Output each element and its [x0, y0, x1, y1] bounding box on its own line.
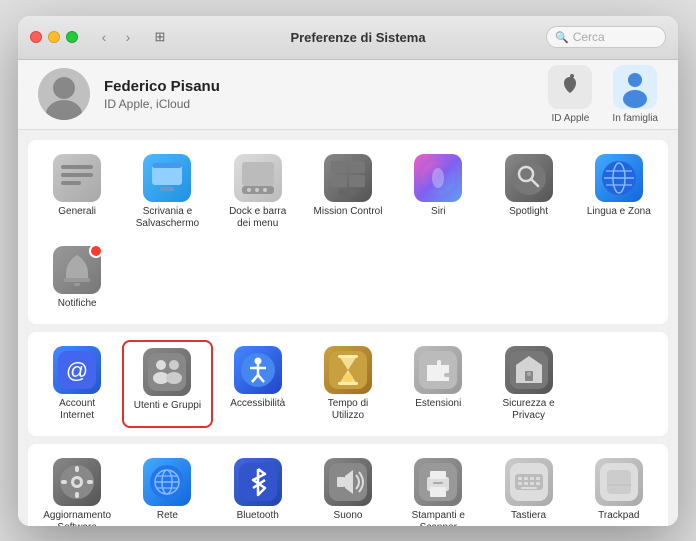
bluetooth-label: Bluetooth [237, 510, 279, 522]
app-icon-sicurezza[interactable]: Sicurezza e Privacy [483, 340, 573, 428]
suono-label: Suono [334, 510, 363, 522]
icon-grid-2: @ Account Internet [32, 340, 664, 428]
maximize-button[interactable] [66, 31, 78, 43]
estensioni-label: Estensioni [415, 398, 461, 410]
search-icon: 🔍 [555, 31, 569, 44]
notification-badge [89, 244, 103, 258]
user-row: Federico Pisanu ID Apple, iCloud ID Appl… [18, 60, 678, 130]
dock-icon [234, 154, 282, 202]
trackpad-icon [595, 458, 643, 506]
user-info: Federico Pisanu ID Apple, iCloud [104, 78, 548, 111]
avatar[interactable] [38, 68, 90, 120]
section-3: Aggiornamento Software [28, 444, 668, 526]
accessibilita-icon [234, 346, 282, 394]
content-area: Generali Scrivania e Salvaschermo [18, 130, 678, 526]
aggiornamento-icon [53, 458, 101, 506]
app-icon-siri[interactable]: Siri [393, 148, 483, 236]
icon-grid-3: Aggiornamento Software [32, 452, 664, 526]
dock-label: Dock e barra dei menu [222, 206, 294, 230]
app-icon-spotlight[interactable]: Spotlight [483, 148, 573, 236]
tempo-icon [324, 346, 372, 394]
notifiche-icon [53, 246, 101, 294]
sicurezza-label: Sicurezza e Privacy [493, 398, 565, 422]
app-icon-rete[interactable]: Rete [122, 452, 212, 526]
apple-id-label: ID Apple [552, 113, 590, 124]
apple-id-icon [548, 65, 592, 109]
mission-icon [324, 154, 372, 202]
tastiera-icon [505, 458, 553, 506]
app-icon-dock[interactable]: Dock e barra dei menu [213, 148, 303, 236]
sicurezza-icon [505, 346, 553, 394]
user-name: Federico Pisanu [104, 78, 548, 95]
app-icon-suono[interactable]: Suono [303, 452, 393, 526]
stampanti-icon [414, 458, 462, 506]
family-icon [613, 65, 657, 109]
minimize-button[interactable] [48, 31, 60, 43]
siri-label: Siri [431, 206, 445, 218]
lingua-icon [595, 154, 643, 202]
tempo-label: Tempo di Utilizzo [312, 398, 384, 422]
stampanti-label: Stampanti e Scanner [402, 510, 474, 526]
family-label: In famiglia [612, 113, 658, 124]
family-action[interactable]: In famiglia [612, 65, 658, 124]
mission-label: Mission Control [314, 206, 383, 218]
scrivania-label: Scrivania e Salvaschermo [131, 206, 203, 230]
app-icon-generali[interactable]: Generali [32, 148, 122, 236]
app-icon-lingua[interactable]: Lingua e Zona [574, 148, 664, 236]
trackpad-label: Trackpad [598, 510, 639, 522]
forward-button[interactable]: › [118, 27, 138, 47]
spotlight-icon [505, 154, 553, 202]
section-2: @ Account Internet [28, 332, 668, 436]
titlebar: ‹ › ⊞ Preferenze di Sistema 🔍 Cerca [18, 16, 678, 60]
back-button[interactable]: ‹ [94, 27, 114, 47]
window-title: Preferenze di Sistema [178, 30, 538, 45]
rete-icon [143, 458, 191, 506]
bluetooth-icon [234, 458, 282, 506]
traffic-lights [30, 31, 78, 43]
app-icon-account[interactable]: @ Account Internet [32, 340, 122, 428]
search-bar[interactable]: 🔍 Cerca [546, 26, 666, 48]
svg-text:@: @ [66, 358, 88, 383]
grid-view-button[interactable]: ⊞ [150, 27, 170, 47]
estensioni-icon [414, 346, 462, 394]
aggiornamento-label: Aggiornamento Software [41, 510, 113, 526]
app-icon-accessibilita[interactable]: Accessibilità [213, 340, 303, 428]
app-icon-stampanti[interactable]: Stampanti e Scanner [393, 452, 483, 526]
rete-label: Rete [157, 510, 178, 522]
utenti-label: Utenti e Gruppi [134, 400, 201, 412]
close-button[interactable] [30, 31, 42, 43]
app-icon-estensioni[interactable]: Estensioni [393, 340, 483, 428]
accessibilita-label: Accessibilità [230, 398, 285, 410]
search-placeholder: Cerca [573, 30, 605, 44]
suono-icon [324, 458, 372, 506]
app-icon-mission[interactable]: Mission Control [303, 148, 393, 236]
system-preferences-window: ‹ › ⊞ Preferenze di Sistema 🔍 Cerca Fede… [18, 16, 678, 526]
apple-id-action[interactable]: ID Apple [548, 65, 592, 124]
generali-label: Generali [58, 206, 96, 218]
section-1: Generali Scrivania e Salvaschermo [28, 140, 668, 324]
app-icon-tastiera[interactable]: Tastiera [483, 452, 573, 526]
app-icon-utenti[interactable]: Utenti e Gruppi [122, 340, 212, 428]
app-icon-bluetooth[interactable]: Bluetooth [213, 452, 303, 526]
app-icon-aggiornamento[interactable]: Aggiornamento Software [32, 452, 122, 526]
app-icon-tempo[interactable]: Tempo di Utilizzo [303, 340, 393, 428]
app-icon-trackpad[interactable]: Trackpad [574, 452, 664, 526]
account-icon: @ [53, 346, 101, 394]
lingua-label: Lingua e Zona [587, 206, 651, 218]
user-actions: ID Apple In famiglia [548, 65, 658, 124]
nav-buttons: ‹ › [94, 27, 138, 47]
utenti-icon [143, 348, 191, 396]
siri-icon [414, 154, 462, 202]
app-icon-notifiche[interactable]: Notifiche [32, 240, 122, 316]
icon-grid-1: Generali Scrivania e Salvaschermo [32, 148, 664, 316]
tastiera-label: Tastiera [511, 510, 546, 522]
scrivania-icon [143, 154, 191, 202]
user-subtitle: ID Apple, iCloud [104, 97, 548, 111]
notifiche-label: Notifiche [58, 298, 97, 310]
spotlight-label: Spotlight [509, 206, 548, 218]
account-label: Account Internet [41, 398, 113, 422]
generali-icon [53, 154, 101, 202]
app-icon-scrivania[interactable]: Scrivania e Salvaschermo [122, 148, 212, 236]
